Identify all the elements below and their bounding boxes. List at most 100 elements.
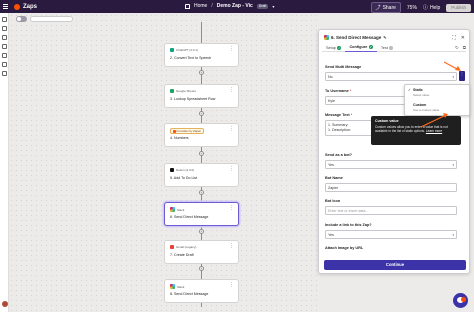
home-icon[interactable] <box>185 3 190 9</box>
chevron-down-icon[interactable]: ▾ <box>272 4 274 9</box>
share-label: Share <box>382 4 396 11</box>
chat-assistant-button[interactable] <box>453 293 468 308</box>
status-dot-icon <box>389 45 394 50</box>
help-label: Help <box>429 4 441 11</box>
multi-message-select[interactable]: No ▾ <box>325 72 457 81</box>
kebab-menu-icon[interactable]: ⋮ <box>229 127 234 132</box>
tooltip-body: Custom values allow you to enter a value… <box>375 125 457 133</box>
step-node-4[interactable]: Formatter by Zapier 4. Numbers ⋮ <box>164 123 239 147</box>
chevron-down-icon: ▾ <box>452 232 454 237</box>
include-link-label: Include a link to this Zap? <box>325 223 372 227</box>
kebab-menu-icon[interactable]: ⋮ <box>229 167 234 172</box>
zap-settings-icon[interactable] <box>2 17 7 22</box>
node-title: 6. Send Direct Message <box>170 215 209 219</box>
step-editor-panel: 6. Send Direct Message ✎ ⛶ ✕ Setup ✓ Conf… <box>318 29 470 274</box>
node-app-label: Slack <box>177 284 185 289</box>
zap-name[interactable]: Demo Zap - Vic <box>217 3 253 9</box>
share-button[interactable]: ⤴ Share <box>370 2 401 13</box>
node-title: 4. Numbers <box>170 136 189 140</box>
message-line: 1. Description: <box>328 128 351 132</box>
kebab-menu-icon[interactable]: ⋮ <box>229 283 234 288</box>
menu-item-static[interactable]: Static <box>413 88 423 92</box>
copy-icon[interactable]: ⧉ <box>463 45 466 51</box>
add-step-button[interactable]: + <box>199 190 204 195</box>
close-icon[interactable]: ✕ <box>461 35 465 41</box>
panel-tabs: Setup ✓ Configure ✓ Test ↻ ⧉ <box>322 44 466 52</box>
field-value: Zapier <box>328 185 339 190</box>
step-node-3[interactable]: Google Sheets 3. Lookup Spreadsheet Row … <box>164 84 239 108</box>
kebab-menu-icon[interactable]: ⋮ <box>229 244 234 249</box>
step-node-7[interactable]: Gmail (Legacy) 7. Create Draft ⋮ <box>164 240 239 264</box>
menu-item-custom[interactable]: Custom <box>413 103 426 107</box>
message-line: 1. Summary: <box>328 123 349 127</box>
add-step-button[interactable]: + <box>199 266 204 271</box>
send-as-bot-select[interactable]: Yes ▾ <box>325 160 457 169</box>
learn-more-link[interactable]: Learn more <box>426 129 442 133</box>
add-step-button[interactable]: + <box>199 151 204 156</box>
node-app-label: Notion (2.0.0) <box>176 168 195 172</box>
node-title: 5. Add To Do List <box>170 176 198 180</box>
google-sheets-icon <box>170 89 174 93</box>
pencil-icon[interactable]: ✎ <box>383 35 386 40</box>
tab-setup[interactable]: Setup ✓ <box>322 44 345 52</box>
multi-message-label: Send Multi Message <box>325 65 362 69</box>
kebab-menu-icon[interactable]: ⋮ <box>229 47 234 52</box>
add-step-button[interactable]: + <box>199 70 204 75</box>
node-title: 2. Convert Text to Speech <box>170 56 212 60</box>
step-node-8[interactable]: Slack 8. Send Direct Message ⋮ <box>164 279 239 303</box>
attach-image-label: Attach Image by URL <box>325 246 364 250</box>
message-label: Message Text * <box>325 113 353 117</box>
zapier-logo-icon <box>14 3 20 10</box>
node-app-label: Gmail (Legacy) <box>176 245 197 249</box>
help-button[interactable]: ⓘ Help <box>422 4 441 12</box>
add-step-button[interactable]: + <box>199 229 204 234</box>
slack-icon <box>324 35 329 40</box>
sharing-icon[interactable] <box>2 71 7 76</box>
tab-test[interactable]: Test <box>377 44 397 52</box>
add-step-button[interactable]: + <box>199 111 204 116</box>
breadcrumb-separator: / <box>211 3 213 9</box>
avatar[interactable] <box>1 301 8 307</box>
field-options-button[interactable]: ⋮ <box>459 71 465 81</box>
left-rail <box>0 13 9 312</box>
status-badge: Draft <box>256 3 269 9</box>
formatter-icon <box>172 129 176 133</box>
include-link-select[interactable]: Yes ▾ <box>325 230 457 239</box>
tab-configure[interactable]: Configure ✓ <box>345 44 377 52</box>
history-icon[interactable] <box>2 35 7 40</box>
chevron-down-icon: ▾ <box>452 74 454 79</box>
select-value: No <box>328 74 333 79</box>
versions-icon[interactable] <box>2 44 7 49</box>
field-value: Kyle <box>328 98 335 103</box>
check-icon: ✓ <box>408 88 412 92</box>
refresh-icon[interactable]: ↻ <box>455 45 459 51</box>
kebab-menu-icon[interactable]: ⋮ <box>229 88 234 93</box>
step-node-2[interactable]: ChatGPT (4.0.1) 2. Convert Text to Speec… <box>164 43 239 67</box>
kebab-menu-icon[interactable]: ⋮ <box>229 206 234 211</box>
details-icon[interactable] <box>2 26 7 31</box>
publish-button[interactable]: Publish <box>446 3 471 12</box>
comments-icon[interactable] <box>2 62 7 67</box>
bot-icon-label: Bot Icon <box>325 199 341 203</box>
node-app-label: Formatter by Zapier <box>176 129 202 133</box>
step-node-6[interactable]: Slack 6. Send Direct Message ⋮ <box>164 202 239 226</box>
bot-name-field[interactable]: Zapier <box>325 183 457 192</box>
bot-icon-field[interactable]: Enter text or insert data... <box>325 206 457 215</box>
notification-dot-icon <box>461 297 466 302</box>
search-pill[interactable] <box>30 16 73 22</box>
help-icon: ⓘ <box>422 5 428 11</box>
tab-label: Test <box>380 45 388 50</box>
menu-icon[interactable] <box>2 3 9 10</box>
breadcrumb-home[interactable]: Home <box>194 3 207 9</box>
node-title: 7. Create Draft <box>170 253 194 257</box>
runs-icon[interactable] <box>2 53 7 58</box>
gmail-icon <box>170 245 174 249</box>
zoom-control[interactable]: 75% <box>407 5 417 11</box>
value-type-menu: ✓ Static Select value Custom Use a custo… <box>404 84 470 116</box>
continue-button[interactable]: Continue <box>324 260 466 270</box>
expand-icon[interactable]: ⛶ <box>452 35 456 41</box>
zap-toggle[interactable] <box>16 16 27 22</box>
step-node-5[interactable]: Notion (2.0.0) 5. Add To Do List ⋮ <box>164 163 239 187</box>
tab-label: Configure <box>349 45 368 49</box>
node-app-label: Google Sheets <box>176 89 196 93</box>
